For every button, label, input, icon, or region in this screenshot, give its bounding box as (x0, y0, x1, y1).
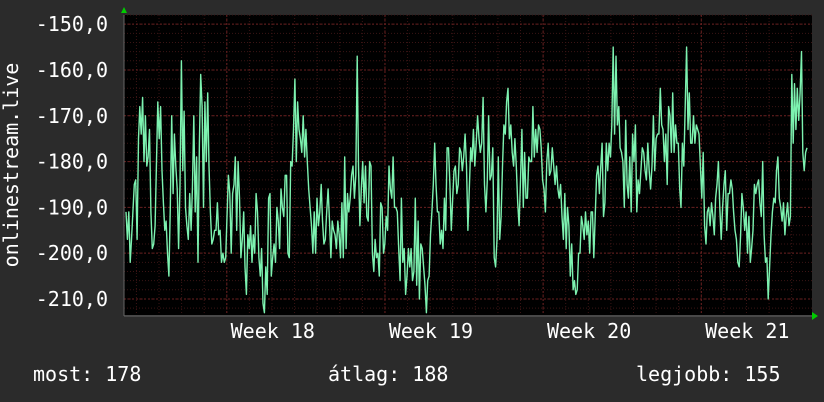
y-axis-ticks: -150,0 -160,0 -170,0 -180,0 -190,0 -200,0 -210… (36, 12, 108, 311)
x-axis-ticks: Week 18 Week 19 Week 20 Week 21 (231, 319, 790, 343)
x-tick-label: Week 20 (547, 319, 631, 343)
y-tick-label: -160,0 (36, 58, 108, 82)
y-axis-arrow (121, 7, 127, 13)
x-tick-label: Week 21 (705, 319, 789, 343)
line-chart: -150,0 -160,0 -170,0 -180,0 -190,0 -200,0 -210… (0, 7, 818, 343)
y-axis-title: onlinestream.live (0, 63, 23, 268)
average-value: átlag: 188 (328, 362, 449, 386)
y-tick-label: -180,0 (36, 150, 108, 174)
y-tick-label: -170,0 (36, 104, 108, 128)
x-tick-label: Week 19 (389, 319, 473, 343)
y-tick-label: -210,0 (36, 287, 108, 311)
x-tick-label: Week 18 (231, 319, 315, 343)
current-value: most: 178 (33, 362, 142, 386)
y-tick-label: -190,0 (36, 195, 108, 219)
x-axis-arrow (812, 312, 818, 320)
y-tick-label: -150,0 (36, 12, 108, 36)
best-value: legjobb: 155 (636, 362, 781, 386)
y-tick-label: -200,0 (36, 241, 108, 265)
